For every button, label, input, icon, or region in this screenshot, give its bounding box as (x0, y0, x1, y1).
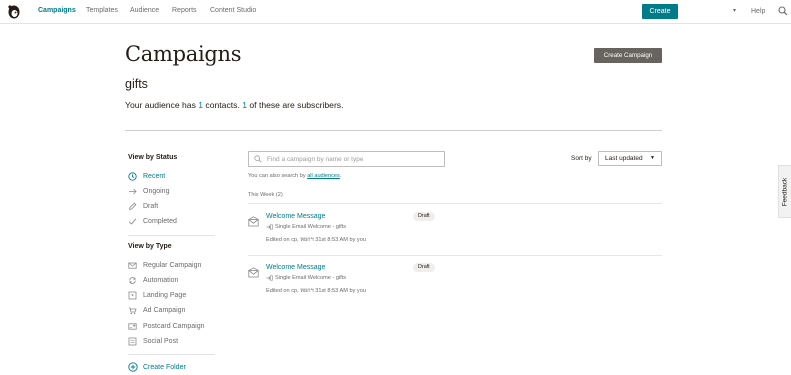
audience-name: gifts (125, 77, 148, 91)
summary-middle: contacts. (203, 100, 243, 110)
welcome-email-icon (266, 275, 273, 281)
type-heading: View by Type (128, 243, 172, 250)
sidebar-item-landing-page[interactable]: Landing Page (128, 290, 186, 300)
account-menu-caret-icon[interactable]: ▾ (733, 7, 736, 14)
sidebar-item-ad-campaign[interactable]: Ad Campaign (128, 305, 185, 315)
nav-reports[interactable]: Reports (172, 7, 197, 14)
edited-info: Edited on cp, หยกฯ 31st 8:53 AM by you (266, 288, 366, 294)
campaign-type: Single Email Welcome - gifts (266, 275, 346, 281)
search-hint-suffix: . (339, 173, 342, 179)
feedback-label: Feedback (781, 177, 789, 206)
sidebar-item-label: Automation (143, 276, 179, 284)
edited-info: Edited on cp, หยกฯ 31st 8:53 AM by you (266, 237, 366, 243)
sidebar-item-label: Regular Campaign (143, 261, 202, 269)
page-title: Campaigns (125, 42, 242, 66)
search-hint: You can also search by all audiences. (248, 173, 341, 179)
ad-icon (128, 306, 137, 315)
nav-campaigns[interactable]: Campaigns (38, 7, 76, 14)
sidebar-item-automation[interactable]: Automation (128, 275, 178, 285)
campaign-search-box[interactable] (248, 151, 445, 167)
sidebar-item-postcard-campaign[interactable]: Postcard Campaign (128, 321, 204, 331)
create-folder-label: Create Folder (143, 363, 186, 371)
sidebar-divider (128, 354, 215, 355)
sort-selected-value: Last updated (605, 155, 643, 162)
sort-dropdown[interactable]: Last updated ▼ (598, 151, 662, 166)
status-badge: Draft (413, 263, 435, 272)
sidebar-item-label: Recent (143, 172, 166, 180)
sidebar-item-label: Ad Campaign (143, 306, 186, 314)
campaign-type-label: Single Email Welcome - gifts (275, 275, 347, 281)
section-label: This Week (2) (248, 192, 283, 198)
row-divider (248, 203, 662, 204)
envelope-icon (128, 261, 137, 270)
summary-prefix: Your audience has (125, 100, 199, 110)
landing-page-icon (128, 291, 137, 300)
campaign-title-link[interactable]: Welcome Message (266, 213, 325, 220)
mailchimp-logo-icon[interactable] (7, 4, 21, 20)
sidebar-item-label: Landing Page (143, 291, 187, 299)
create-button[interactable]: Create (642, 4, 678, 19)
nav-audience[interactable]: Audience (130, 7, 159, 14)
arrow-right-icon (128, 187, 137, 196)
nav-content-studio[interactable]: Content Studio (210, 7, 256, 14)
sidebar-item-label: Ongoing (143, 187, 170, 195)
sidebar-item-label: Completed (143, 217, 177, 225)
feedback-tab[interactable]: Feedback (778, 165, 791, 218)
sidebar-item-label: Draft (143, 202, 159, 210)
automation-icon (128, 276, 137, 285)
plus-circle-icon (128, 362, 138, 372)
summary-suffix: of these are subscribers. (247, 100, 344, 110)
clock-icon (128, 171, 137, 181)
checkmark-icon (128, 217, 137, 226)
status-badge: Draft (413, 212, 435, 221)
sidebar-item-label: Postcard Campaign (143, 322, 205, 330)
email-campaign-icon (248, 216, 259, 227)
nav-templates[interactable]: Templates (86, 7, 118, 14)
sidebar-item-recent[interactable]: Recent (128, 171, 165, 181)
campaign-title-link[interactable]: Welcome Message (266, 264, 325, 271)
sort-label: Sort by (571, 155, 592, 162)
sidebar-item-label: Social Post (143, 337, 179, 345)
email-campaign-icon (248, 267, 259, 278)
all-audiences-link[interactable]: all audiences (307, 173, 340, 179)
sidebar-divider (128, 235, 215, 236)
campaign-type: Single Email Welcome - gifts (266, 224, 346, 230)
audience-summary: Your audience has 1 contacts. 1 of these… (125, 100, 344, 110)
create-campaign-button[interactable]: Create Campaign (594, 48, 662, 63)
campaign-type-label: Single Email Welcome - gifts (275, 224, 347, 230)
search-icon[interactable] (778, 6, 788, 16)
row-divider (248, 255, 662, 256)
search-icon (254, 155, 262, 163)
postcard-icon (128, 322, 137, 331)
top-nav: Campaigns Templates Audience Reports Con… (0, 0, 791, 24)
campaign-row[interactable]: Welcome Message Draft Single Email Welco… (248, 212, 662, 253)
welcome-email-icon (266, 224, 273, 230)
sidebar-item-completed[interactable]: Completed (128, 216, 177, 226)
campaign-search-input[interactable] (267, 155, 437, 163)
search-hint-prefix: You can also search by (248, 173, 308, 179)
create-folder-button[interactable]: Create Folder (128, 362, 186, 372)
sidebar-item-regular-campaign[interactable]: Regular Campaign (128, 260, 201, 270)
pencil-icon (128, 202, 137, 211)
campaign-row[interactable]: Welcome Message Draft Single Email Welco… (248, 263, 662, 304)
social-post-icon (128, 337, 137, 346)
sidebar-item-draft[interactable]: Draft (128, 201, 158, 211)
sidebar-item-ongoing[interactable]: Ongoing (128, 186, 169, 196)
status-heading: View by Status (128, 154, 178, 161)
sidebar-item-social-post[interactable]: Social Post (128, 336, 178, 346)
header-divider (125, 130, 662, 131)
chevron-down-icon: ▼ (650, 155, 655, 161)
help-link[interactable]: Help (751, 8, 765, 15)
